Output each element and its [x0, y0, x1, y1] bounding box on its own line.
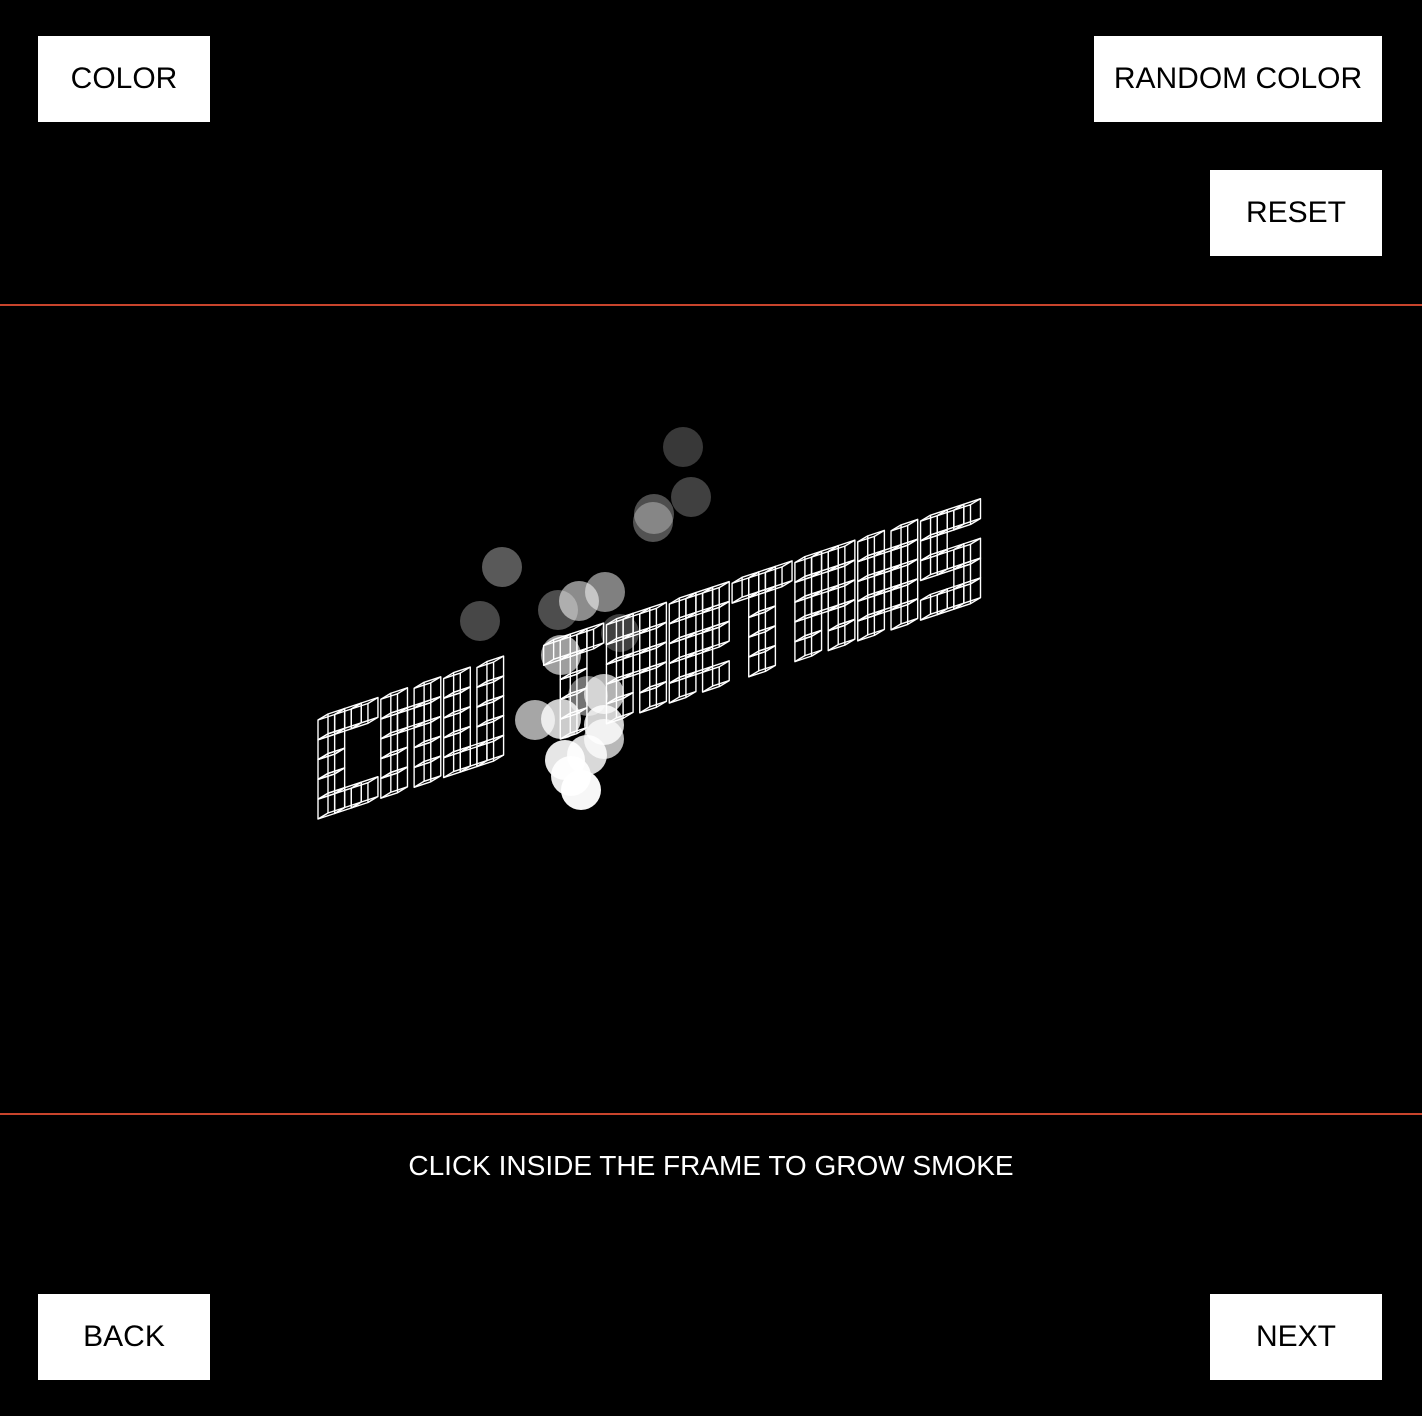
smoke-puff — [671, 477, 711, 517]
smoke-puff — [663, 427, 703, 467]
wireframe-letter — [668, 580, 730, 704]
wireframe-letter — [919, 497, 982, 621]
smoke-puff — [482, 547, 522, 587]
wireframe-letter — [317, 696, 379, 820]
smoke-puff — [460, 601, 500, 641]
wireframe-letter — [794, 539, 856, 663]
frame-bottom-border — [0, 1113, 1422, 1115]
wireframe-letter — [380, 676, 442, 799]
reset-button[interactable]: RESET — [1210, 170, 1382, 256]
smoke-puff — [561, 770, 601, 810]
random-color-button[interactable]: RANDOM COLOR — [1094, 36, 1382, 122]
smoke-puff — [559, 581, 599, 621]
smoke-puff — [633, 502, 673, 542]
next-button[interactable]: NEXT — [1210, 1294, 1382, 1380]
page: COLOR RANDOM COLOR RESET CLICK INSIDE TH… — [0, 0, 1422, 1416]
color-button[interactable]: COLOR — [38, 36, 210, 122]
wireframe-text — [317, 497, 982, 820]
wireframe-letter — [857, 518, 919, 642]
wireframe-scene — [317, 427, 982, 820]
instruction-text: CLICK INSIDE THE FRAME TO GROW SMOKE — [408, 1150, 1014, 1181]
smoke-particles — [460, 427, 711, 810]
back-button[interactable]: BACK — [38, 1294, 210, 1380]
wireframe-letter — [442, 655, 505, 779]
wireframe-letter — [731, 560, 793, 678]
smoke-canvas-frame[interactable] — [0, 306, 1422, 1113]
